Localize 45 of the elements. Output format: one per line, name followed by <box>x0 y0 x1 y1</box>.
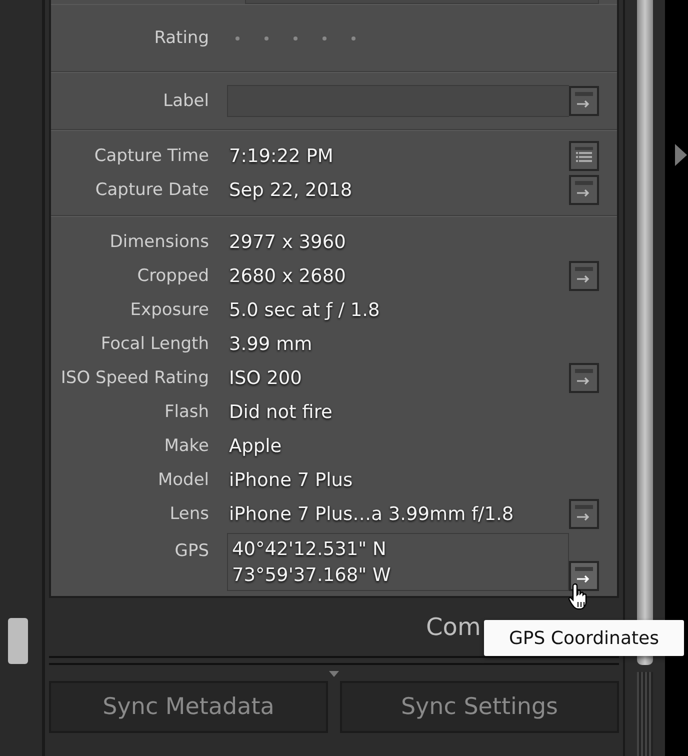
label-field[interactable] <box>227 85 569 117</box>
field-label: Label <box>162 91 210 111</box>
field-label: Focal Length <box>100 334 210 354</box>
field-label: Dimensions <box>108 232 210 252</box>
field-label: Lens <box>168 504 210 524</box>
empty-star-dot-icon <box>235 36 240 40</box>
field-label: Capture Date <box>94 180 210 200</box>
field-label: Make <box>163 436 210 456</box>
gps-field[interactable]: 40°42'12.531" N 73°59'37.168" W <box>227 533 569 591</box>
field-label: Flash <box>163 402 210 422</box>
expand-triangle-icon[interactable] <box>675 144 687 166</box>
arrow-button[interactable] <box>569 261 599 291</box>
field-value: iPhone 7 Plus…a 3.99mm f/1.8 <box>228 504 515 524</box>
field-value: ISO 200 <box>228 368 303 388</box>
list-button[interactable] <box>569 141 599 171</box>
field-value: iPhone 7 Plus <box>228 470 354 490</box>
empty-star-dot-icon <box>293 36 298 40</box>
field-label: ISO Speed Rating <box>60 368 210 388</box>
resize-grip[interactable] <box>637 672 653 756</box>
section-heading[interactable]: Com <box>426 613 481 641</box>
field-label: Cropped <box>136 266 210 286</box>
arrow-button[interactable] <box>569 561 599 591</box>
field-label: Rating <box>153 28 210 48</box>
field-value: 3.99 mm <box>228 334 314 354</box>
scrollbar-thumb[interactable] <box>8 618 28 664</box>
field-value: 2977 x 3960 <box>228 232 347 252</box>
triangle-icon[interactable] <box>329 671 339 677</box>
arrow-button[interactable] <box>569 363 599 393</box>
field-value: 2680 x 2680 <box>228 266 347 286</box>
tooltip: GPS Coordinates <box>484 620 684 656</box>
arrow-button[interactable] <box>569 86 599 116</box>
field-value: Sep 22, 2018 <box>228 180 354 200</box>
arrow-button[interactable] <box>569 175 599 205</box>
empty-star-dot-icon <box>351 36 356 40</box>
arrow-button[interactable] <box>569 499 599 529</box>
field-label: Model <box>156 470 210 490</box>
field-value: Did not fire <box>228 402 334 422</box>
field-value: Apple <box>228 436 283 456</box>
field-label: GPS <box>174 540 210 561</box>
empty-star-dot-icon <box>322 36 327 40</box>
field-value: 5.0 sec at ƒ / 1.8 <box>228 300 381 320</box>
field-label: Capture Time <box>93 146 210 166</box>
empty-star-dot-icon <box>264 36 269 40</box>
field-label: Exposure <box>129 300 210 320</box>
field-value: 7:19:22 PM <box>228 146 334 166</box>
